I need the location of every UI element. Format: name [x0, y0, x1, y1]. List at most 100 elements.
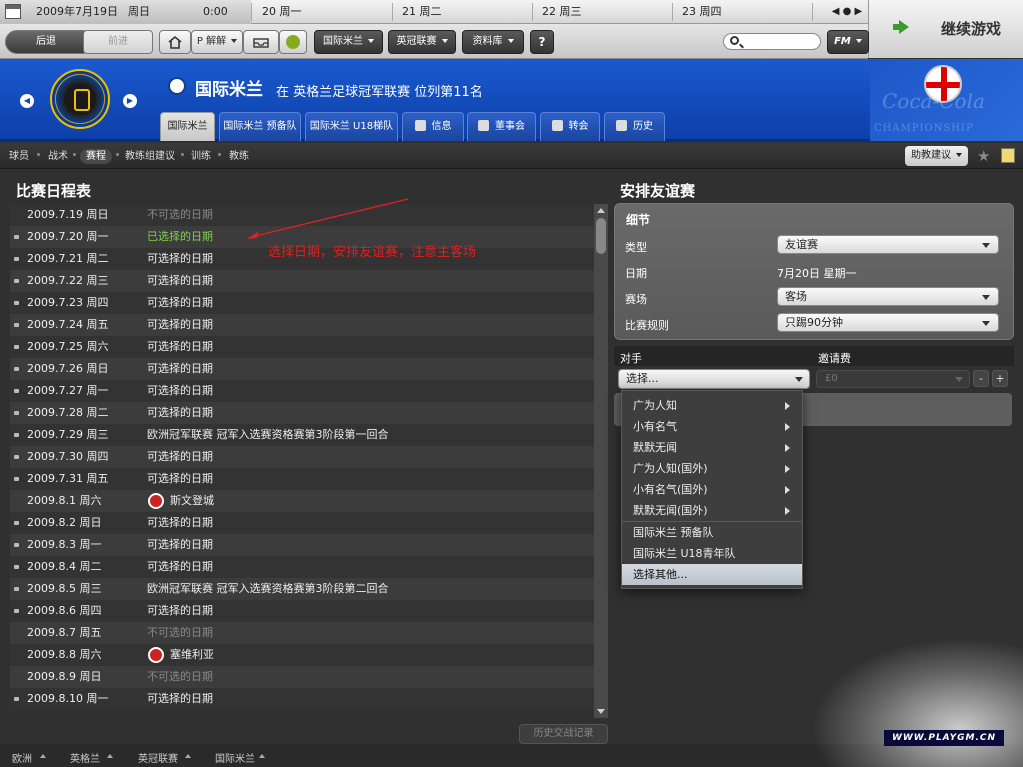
- schedule-row[interactable]: 2009.7.26 周日 可选择的日期: [10, 358, 594, 380]
- fee-select[interactable]: £0: [816, 370, 970, 388]
- schedule-row[interactable]: 2009.7.19 周日 不可选的日期: [10, 204, 594, 226]
- schedule-row[interactable]: 2009.7.29 周三 欧洲冠军联赛 冠军入选赛资格赛第3阶段第一回合: [10, 424, 594, 446]
- schedule-row[interactable]: 2009.8.1 周六 斯文登城: [10, 490, 594, 512]
- menu-item[interactable]: 小有名气: [622, 416, 802, 437]
- subnav-tactics[interactable]: 战术: [48, 149, 68, 164]
- subnav-players[interactable]: 球员: [9, 149, 29, 164]
- schedule-row[interactable]: 2009.8.10 周一 可选择的日期: [10, 688, 594, 710]
- rules-select[interactable]: 只踢90分钟: [777, 313, 999, 332]
- breadcrumb-item[interactable]: 欧洲: [12, 750, 32, 765]
- schedule-row[interactable]: 2009.7.27 周一 可选择的日期: [10, 380, 594, 402]
- day-cell[interactable]: 22 周三: [542, 0, 582, 24]
- note-icon[interactable]: [1001, 148, 1015, 163]
- scroll-thumb[interactable]: [596, 218, 606, 254]
- menu-item[interactable]: 广为人知(国外): [622, 458, 802, 479]
- day-cell[interactable]: 20 周一: [262, 0, 302, 24]
- search-input[interactable]: [723, 33, 821, 50]
- tab-club[interactable]: 国际米兰: [160, 112, 215, 141]
- schedule-row[interactable]: 2009.8.3 周一 可选择的日期: [10, 534, 594, 556]
- database-menu[interactable]: 资料库: [462, 30, 524, 54]
- schedule-row[interactable]: 2009.7.28 周二 可选择的日期: [10, 402, 594, 424]
- menu-item[interactable]: 默默无闻(国外): [622, 500, 802, 521]
- schedule-row[interactable]: 2009.8.2 周日 可选择的日期: [10, 512, 594, 534]
- chevron-up-icon[interactable]: [185, 754, 191, 758]
- notification-button[interactable]: [279, 30, 307, 54]
- menu-item-label: 小有名气(国外): [633, 483, 708, 496]
- schedule-row[interactable]: 2009.7.23 周四 可选择的日期: [10, 292, 594, 314]
- subnav-training[interactable]: 训练: [191, 149, 211, 164]
- home-button[interactable]: [159, 30, 191, 54]
- tab-history[interactable]: 历史: [604, 112, 665, 141]
- next-club-icon[interactable]: ▶: [123, 94, 137, 108]
- row-date: 2009.7.23 周四: [27, 296, 109, 309]
- tab-reserves[interactable]: 国际米兰 预备队: [219, 112, 301, 141]
- inbox-button[interactable]: [243, 30, 279, 54]
- opponent-select[interactable]: 选择...: [618, 369, 810, 389]
- menu-item[interactable]: 广为人知: [622, 395, 802, 416]
- row-marker-icon: [14, 389, 19, 393]
- club-menu-label: 国际米兰: [323, 36, 363, 47]
- schedule-row[interactable]: 2009.7.24 周五 可选择的日期: [10, 314, 594, 336]
- menu-item[interactable]: 国际米兰 U18青年队: [622, 543, 802, 564]
- menu-item[interactable]: 小有名气(国外): [622, 479, 802, 500]
- fee-plus-button[interactable]: +: [992, 370, 1008, 387]
- day-cell[interactable]: 23 周四: [682, 0, 722, 24]
- help-button[interactable]: ?: [530, 30, 554, 54]
- scroll-down-icon[interactable]: [597, 709, 605, 714]
- schedule-row[interactable]: 2009.8.6 周四 可选择的日期: [10, 600, 594, 622]
- row-status: 欧洲冠军联赛 冠军入选赛资格赛第3阶段第二回合: [147, 582, 389, 595]
- schedule-row[interactable]: 2009.8.7 周五 不可选的日期: [10, 622, 594, 644]
- breadcrumb-item[interactable]: 英格兰: [70, 750, 100, 765]
- tab-u18[interactable]: 国际米兰 U18梯队: [305, 112, 398, 141]
- type-select[interactable]: 友谊赛: [777, 235, 999, 254]
- toolbar: 后退 前进 P 解解 国际米兰 英冠联赛 资料库 ? FM: [0, 24, 869, 59]
- manager-menu[interactable]: P 解解: [191, 30, 243, 54]
- fm-menu[interactable]: FM: [827, 30, 869, 54]
- current-date-panel[interactable]: 2009年7月19日 周日 0:00: [0, 0, 251, 24]
- assistant-advice-button[interactable]: 助教建议: [905, 146, 968, 166]
- schedule-row[interactable]: 2009.7.22 周三 可选择的日期: [10, 270, 594, 292]
- prev-club-icon[interactable]: ◀: [20, 94, 34, 108]
- schedule-row[interactable]: 2009.8.4 周二 可选择的日期: [10, 556, 594, 578]
- subnav-coaches[interactable]: 教练: [229, 149, 249, 164]
- subnav-staff-advice[interactable]: 教练组建议: [125, 149, 175, 164]
- club-menu[interactable]: 国际米兰: [314, 30, 383, 54]
- chevron-up-icon[interactable]: [107, 754, 113, 758]
- back-button[interactable]: 后退: [5, 30, 87, 54]
- schedule-row[interactable]: 2009.8.9 周日 不可选的日期: [10, 666, 594, 688]
- home-icon: [168, 35, 182, 49]
- venue-select[interactable]: 客场: [777, 287, 999, 306]
- opponent-dropdown-menu: 广为人知 小有名气 默默无闻 广为人知(国外) 小有名气(国外) 默默无闻(国外) 国际米兰…: [621, 390, 803, 589]
- menu-item[interactable]: 国际米兰 预备队: [622, 522, 802, 543]
- subnav-fixtures[interactable]: 赛程: [80, 149, 112, 164]
- chevron-up-icon[interactable]: [40, 754, 46, 758]
- menu-item[interactable]: 选择其他...: [622, 564, 802, 585]
- inbox-icon: [253, 38, 269, 48]
- forward-button[interactable]: 前进: [83, 30, 153, 54]
- breadcrumb-item[interactable]: 国际米兰: [215, 750, 255, 765]
- chevron-down-icon: [982, 321, 990, 326]
- scroll-up-icon[interactable]: [597, 208, 605, 213]
- schedule-row[interactable]: 2009.7.30 周四 可选择的日期: [10, 446, 594, 468]
- breadcrumb-item[interactable]: 英冠联赛: [138, 750, 178, 765]
- schedule-row[interactable]: 2009.7.31 周五 可选择的日期: [10, 468, 594, 490]
- schedule-row[interactable]: 2009.7.25 周六 可选择的日期: [10, 336, 594, 358]
- fee-minus-button[interactable]: -: [973, 370, 989, 387]
- club-badge-icon[interactable]: [168, 77, 186, 95]
- tab-board[interactable]: 董事会: [467, 112, 536, 141]
- tab-info[interactable]: 信息: [402, 112, 464, 141]
- schedule-scrollbar[interactable]: [594, 204, 608, 718]
- history-record-button[interactable]: 历史交战记录: [519, 724, 608, 744]
- date-nav-arrows[interactable]: ◀ ● ▶: [826, 0, 868, 24]
- league-menu[interactable]: 英冠联赛: [388, 30, 456, 54]
- club-position[interactable]: 在 英格兰足球冠军联赛 位列第11名: [276, 81, 483, 100]
- continue-game-button[interactable]: 继续游戏: [868, 0, 1023, 58]
- star-icon[interactable]: ★: [977, 146, 990, 166]
- tab-transfers[interactable]: 转会: [540, 112, 600, 141]
- day-cell[interactable]: 21 周二: [402, 0, 442, 24]
- menu-item[interactable]: 默默无闻: [622, 437, 802, 458]
- calendar-icon[interactable]: [5, 4, 21, 19]
- schedule-row[interactable]: 2009.8.8 周六 塞维利亚: [10, 644, 594, 666]
- schedule-row[interactable]: 2009.8.5 周三 欧洲冠军联赛 冠军入选赛资格赛第3阶段第二回合: [10, 578, 594, 600]
- chevron-up-icon[interactable]: [259, 754, 265, 758]
